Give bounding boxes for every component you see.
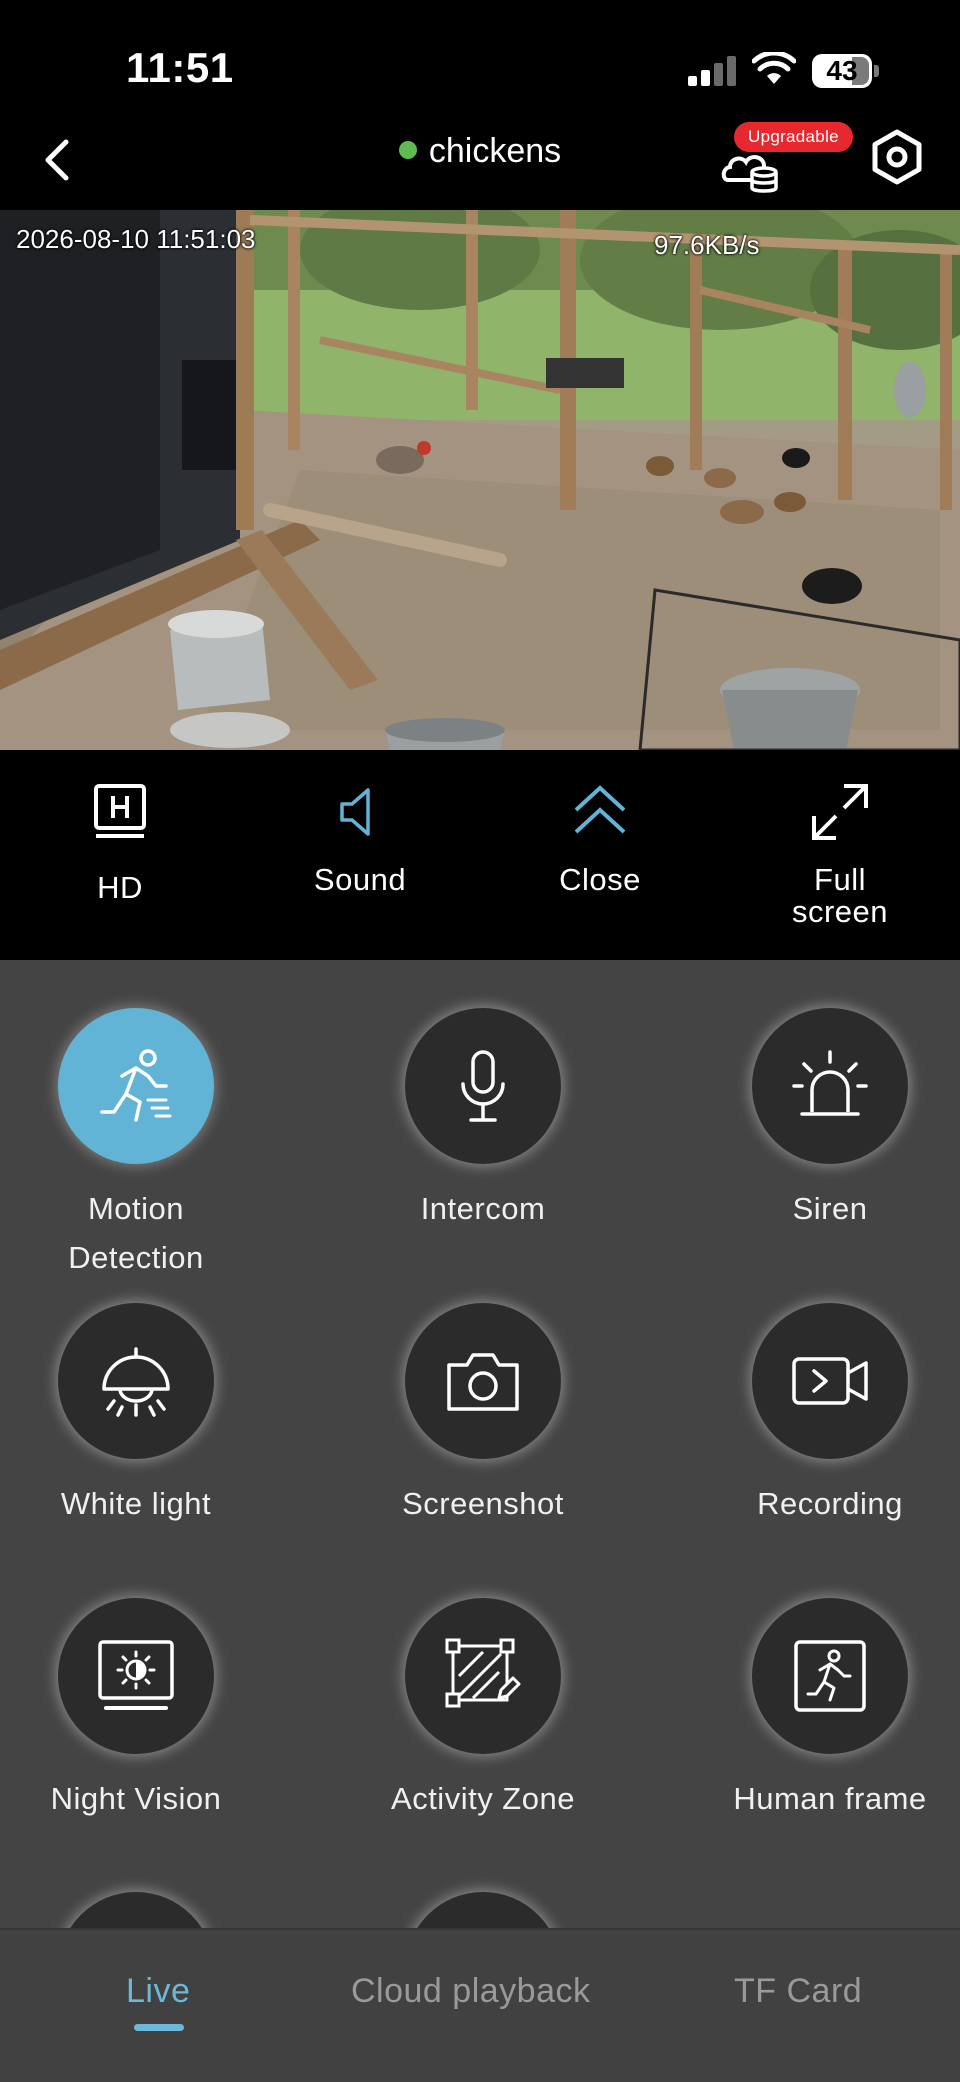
double-chevron-up-icon: [574, 785, 626, 834]
live-video-feed[interactable]: 2026-08-10 11:51:03 97.6KB/s: [0, 210, 960, 750]
activity-zone-circle[interactable]: [405, 1598, 561, 1754]
fullscreen-icon: [812, 784, 868, 840]
battery-indicator: 43: [812, 54, 880, 88]
stream-bitrate: 97.6KB/s: [654, 230, 760, 260]
sound-label: Sound: [313, 862, 407, 897]
ceiling-light-icon: [102, 1347, 170, 1417]
screenshot-label: Screenshot: [402, 1486, 564, 1521]
human-frame-label: Human frame: [733, 1781, 927, 1816]
activity-zone-icon: [445, 1638, 521, 1708]
close-label: Close: [559, 862, 641, 897]
bottom-tab-bar: Live Cloud playback TF Card: [0, 1928, 960, 2082]
activity-zone-label: Activity Zone: [391, 1781, 575, 1816]
fullscreen-label: Full screen: [791, 862, 889, 929]
human-frame-button[interactable]: Human frame: [652, 1550, 960, 1840]
tab-live[interactable]: Live: [126, 1972, 190, 2011]
white-light-label: White light: [60, 1486, 212, 1521]
motion-detection-button[interactable]: Motion Detection: [0, 960, 278, 1275]
siren-icon: [792, 1050, 868, 1116]
screenshot-circle[interactable]: [405, 1303, 561, 1459]
siren-label: Siren: [792, 1191, 868, 1226]
active-tab-indicator: [134, 2024, 184, 2031]
intercom-button[interactable]: Intercom: [305, 960, 625, 1250]
activity-zone-button[interactable]: Activity Zone: [305, 1550, 625, 1840]
white-light-button[interactable]: White light: [0, 1255, 278, 1545]
microphone-icon: [461, 1050, 505, 1122]
tab-tf-card[interactable]: TF Card: [734, 1972, 862, 2011]
video-control-row: HD Sound Close Full screen: [0, 750, 960, 960]
intercom-label: Intercom: [420, 1191, 546, 1226]
recording-label: Recording: [757, 1486, 903, 1521]
more-feature-circle-2[interactable]: [405, 1892, 561, 1928]
camera-icon: [447, 1353, 519, 1411]
coop-camera-image: [0, 210, 960, 750]
fullscreen-button[interactable]: Full screen: [720, 750, 960, 960]
white-light-circle[interactable]: [58, 1303, 214, 1459]
running-person-icon: [100, 1049, 172, 1122]
nav-bar: chickens Upgradable: [0, 120, 960, 210]
wifi-icon: [752, 52, 796, 84]
hd-button[interactable]: HD: [0, 750, 240, 960]
screenshot-button[interactable]: Screenshot: [305, 1255, 625, 1545]
hd-label: HD: [97, 870, 143, 905]
video-record-icon: [792, 1357, 868, 1405]
night-vision-label: Night Vision: [50, 1781, 222, 1816]
recording-button[interactable]: Recording: [652, 1255, 960, 1545]
human-frame-circle[interactable]: [752, 1598, 908, 1754]
siren-circle[interactable]: [752, 1008, 908, 1164]
night-vision-button[interactable]: Night Vision: [0, 1550, 278, 1840]
battery-percent: 43: [826, 55, 858, 86]
tab-cloud-playback[interactable]: Cloud playback: [351, 1972, 590, 2011]
siren-button[interactable]: Siren: [652, 960, 960, 1250]
recording-circle[interactable]: [752, 1303, 908, 1459]
close-panel-button[interactable]: Close: [480, 750, 720, 960]
status-bar: 11:51 43: [0, 0, 960, 120]
camera-name: chickens: [428, 132, 562, 170]
intercom-circle[interactable]: [405, 1008, 561, 1164]
video-timestamp: 2026-08-10 11:51:03: [16, 224, 256, 254]
sound-button[interactable]: Sound: [240, 750, 480, 960]
night-vision-icon: [98, 1640, 174, 1710]
speaker-icon: [340, 788, 370, 836]
hd-icon: [94, 784, 146, 838]
battery-cap: [874, 65, 879, 77]
night-vision-circle[interactable]: [58, 1598, 214, 1754]
upgradable-badge[interactable]: Upgradable: [734, 122, 853, 152]
feature-grid: Motion Detection Intercom Siren White li…: [0, 960, 960, 1928]
status-time: 11:51: [126, 44, 234, 91]
hexagon-settings-icon[interactable]: [868, 128, 926, 186]
online-status-dot: [398, 140, 417, 159]
human-frame-icon: [794, 1640, 866, 1712]
motion-detection-circle[interactable]: [58, 1008, 214, 1164]
more-feature-circle-1[interactable]: [58, 1892, 214, 1928]
cellular-signal-icon: [688, 56, 736, 86]
